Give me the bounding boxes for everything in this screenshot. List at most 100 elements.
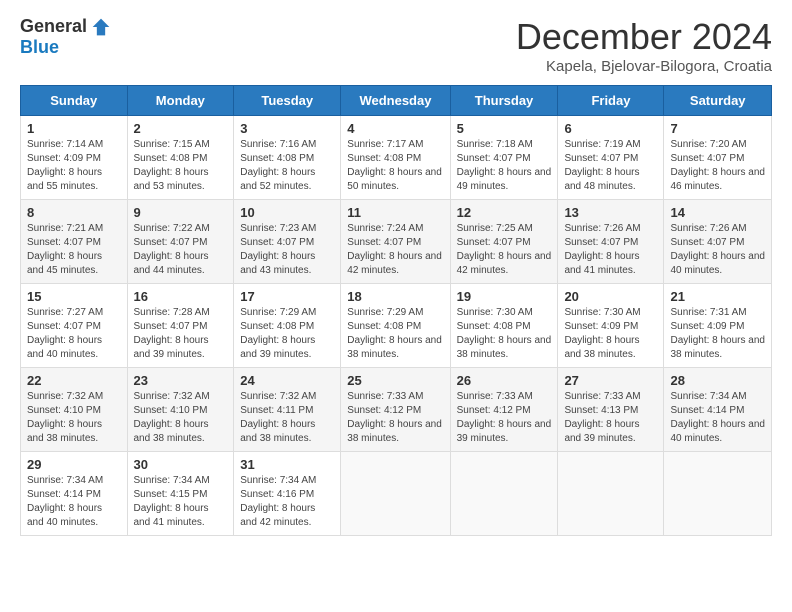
day-number: 4: [347, 121, 443, 136]
day-number: 6: [564, 121, 657, 136]
day-info: Sunrise: 7:19 AMSunset: 4:07 PMDaylight:…: [564, 139, 640, 192]
day-info: Sunrise: 7:27 AMSunset: 4:07 PMDaylight:…: [27, 307, 103, 360]
table-row: 25 Sunrise: 7:33 AMSunset: 4:12 PMDaylig…: [341, 368, 450, 452]
day-number: 3: [240, 121, 334, 136]
col-wednesday: Wednesday: [341, 86, 450, 116]
calendar-header-row: Sunday Monday Tuesday Wednesday Thursday…: [21, 86, 772, 116]
table-row: 1 Sunrise: 7:14 AMSunset: 4:09 PMDayligh…: [21, 116, 128, 200]
table-row: 5 Sunrise: 7:18 AMSunset: 4:07 PMDayligh…: [450, 116, 558, 200]
day-number: 12: [457, 205, 552, 220]
day-info: Sunrise: 7:24 AMSunset: 4:07 PMDaylight:…: [347, 223, 442, 276]
table-row: [558, 452, 664, 536]
day-number: 8: [27, 205, 121, 220]
table-row: 11 Sunrise: 7:24 AMSunset: 4:07 PMDaylig…: [341, 200, 450, 284]
table-row: 2 Sunrise: 7:15 AMSunset: 4:08 PMDayligh…: [127, 116, 234, 200]
title-area: December 2024 Kapela, Bjelovar-Bilogora,…: [516, 16, 772, 75]
day-number: 18: [347, 289, 443, 304]
calendar-week-row: 1 Sunrise: 7:14 AMSunset: 4:09 PMDayligh…: [21, 116, 772, 200]
day-number: 24: [240, 373, 334, 388]
col-saturday: Saturday: [664, 86, 772, 116]
day-info: Sunrise: 7:20 AMSunset: 4:07 PMDaylight:…: [670, 139, 765, 192]
day-info: Sunrise: 7:34 AMSunset: 4:14 PMDaylight:…: [670, 391, 765, 444]
day-info: Sunrise: 7:30 AMSunset: 4:09 PMDaylight:…: [564, 307, 640, 360]
table-row: 12 Sunrise: 7:25 AMSunset: 4:07 PMDaylig…: [450, 200, 558, 284]
table-row: 26 Sunrise: 7:33 AMSunset: 4:12 PMDaylig…: [450, 368, 558, 452]
day-number: 28: [670, 373, 765, 388]
col-friday: Friday: [558, 86, 664, 116]
logo: General Blue: [20, 16, 111, 58]
day-info: Sunrise: 7:25 AMSunset: 4:07 PMDaylight:…: [457, 223, 552, 276]
day-info: Sunrise: 7:34 AMSunset: 4:16 PMDaylight:…: [240, 475, 316, 528]
table-row: 7 Sunrise: 7:20 AMSunset: 4:07 PMDayligh…: [664, 116, 772, 200]
day-number: 2: [134, 121, 228, 136]
day-number: 27: [564, 373, 657, 388]
table-row: [450, 452, 558, 536]
calendar-week-row: 15 Sunrise: 7:27 AMSunset: 4:07 PMDaylig…: [21, 284, 772, 368]
col-sunday: Sunday: [21, 86, 128, 116]
location-subtitle: Kapela, Bjelovar-Bilogora, Croatia: [516, 58, 772, 75]
day-number: 19: [457, 289, 552, 304]
day-number: 17: [240, 289, 334, 304]
day-info: Sunrise: 7:34 AMSunset: 4:14 PMDaylight:…: [27, 475, 103, 528]
day-number: 15: [27, 289, 121, 304]
day-info: Sunrise: 7:30 AMSunset: 4:08 PMDaylight:…: [457, 307, 552, 360]
table-row: 19 Sunrise: 7:30 AMSunset: 4:08 PMDaylig…: [450, 284, 558, 368]
day-info: Sunrise: 7:32 AMSunset: 4:11 PMDaylight:…: [240, 391, 316, 444]
table-row: 31 Sunrise: 7:34 AMSunset: 4:16 PMDaylig…: [234, 452, 341, 536]
table-row: 9 Sunrise: 7:22 AMSunset: 4:07 PMDayligh…: [127, 200, 234, 284]
day-info: Sunrise: 7:18 AMSunset: 4:07 PMDaylight:…: [457, 139, 552, 192]
table-row: 8 Sunrise: 7:21 AMSunset: 4:07 PMDayligh…: [21, 200, 128, 284]
table-row: 4 Sunrise: 7:17 AMSunset: 4:08 PMDayligh…: [341, 116, 450, 200]
table-row: 30 Sunrise: 7:34 AMSunset: 4:15 PMDaylig…: [127, 452, 234, 536]
table-row: 18 Sunrise: 7:29 AMSunset: 4:08 PMDaylig…: [341, 284, 450, 368]
table-row: 6 Sunrise: 7:19 AMSunset: 4:07 PMDayligh…: [558, 116, 664, 200]
day-info: Sunrise: 7:14 AMSunset: 4:09 PMDaylight:…: [27, 139, 103, 192]
day-info: Sunrise: 7:33 AMSunset: 4:12 PMDaylight:…: [457, 391, 552, 444]
logo-blue-text: Blue: [20, 37, 59, 58]
day-info: Sunrise: 7:29 AMSunset: 4:08 PMDaylight:…: [347, 307, 442, 360]
table-row: 13 Sunrise: 7:26 AMSunset: 4:07 PMDaylig…: [558, 200, 664, 284]
day-info: Sunrise: 7:26 AMSunset: 4:07 PMDaylight:…: [670, 223, 765, 276]
day-info: Sunrise: 7:31 AMSunset: 4:09 PMDaylight:…: [670, 307, 765, 360]
day-number: 20: [564, 289, 657, 304]
day-number: 22: [27, 373, 121, 388]
day-info: Sunrise: 7:32 AMSunset: 4:10 PMDaylight:…: [134, 391, 210, 444]
table-row: 15 Sunrise: 7:27 AMSunset: 4:07 PMDaylig…: [21, 284, 128, 368]
day-number: 5: [457, 121, 552, 136]
day-number: 16: [134, 289, 228, 304]
day-number: 23: [134, 373, 228, 388]
table-row: 22 Sunrise: 7:32 AMSunset: 4:10 PMDaylig…: [21, 368, 128, 452]
col-thursday: Thursday: [450, 86, 558, 116]
month-title: December 2024: [516, 16, 772, 58]
day-number: 13: [564, 205, 657, 220]
table-row: [664, 452, 772, 536]
table-row: 28 Sunrise: 7:34 AMSunset: 4:14 PMDaylig…: [664, 368, 772, 452]
day-number: 29: [27, 457, 121, 472]
table-row: 16 Sunrise: 7:28 AMSunset: 4:07 PMDaylig…: [127, 284, 234, 368]
day-number: 21: [670, 289, 765, 304]
day-info: Sunrise: 7:28 AMSunset: 4:07 PMDaylight:…: [134, 307, 210, 360]
table-row: 29 Sunrise: 7:34 AMSunset: 4:14 PMDaylig…: [21, 452, 128, 536]
table-row: 20 Sunrise: 7:30 AMSunset: 4:09 PMDaylig…: [558, 284, 664, 368]
day-number: 10: [240, 205, 334, 220]
day-number: 25: [347, 373, 443, 388]
col-monday: Monday: [127, 86, 234, 116]
day-info: Sunrise: 7:17 AMSunset: 4:08 PMDaylight:…: [347, 139, 442, 192]
calendar-table: Sunday Monday Tuesday Wednesday Thursday…: [20, 85, 772, 536]
day-number: 14: [670, 205, 765, 220]
table-row: 14 Sunrise: 7:26 AMSunset: 4:07 PMDaylig…: [664, 200, 772, 284]
header: General Blue December 2024 Kapela, Bjelo…: [20, 16, 772, 75]
day-info: Sunrise: 7:29 AMSunset: 4:08 PMDaylight:…: [240, 307, 316, 360]
table-row: 3 Sunrise: 7:16 AMSunset: 4:08 PMDayligh…: [234, 116, 341, 200]
logo-icon: [91, 17, 111, 37]
day-number: 1: [27, 121, 121, 136]
day-info: Sunrise: 7:21 AMSunset: 4:07 PMDaylight:…: [27, 223, 103, 276]
day-info: Sunrise: 7:15 AMSunset: 4:08 PMDaylight:…: [134, 139, 210, 192]
day-number: 11: [347, 205, 443, 220]
day-info: Sunrise: 7:23 AMSunset: 4:07 PMDaylight:…: [240, 223, 316, 276]
calendar-week-row: 22 Sunrise: 7:32 AMSunset: 4:10 PMDaylig…: [21, 368, 772, 452]
day-info: Sunrise: 7:16 AMSunset: 4:08 PMDaylight:…: [240, 139, 316, 192]
table-row: 10 Sunrise: 7:23 AMSunset: 4:07 PMDaylig…: [234, 200, 341, 284]
col-tuesday: Tuesday: [234, 86, 341, 116]
table-row: [341, 452, 450, 536]
